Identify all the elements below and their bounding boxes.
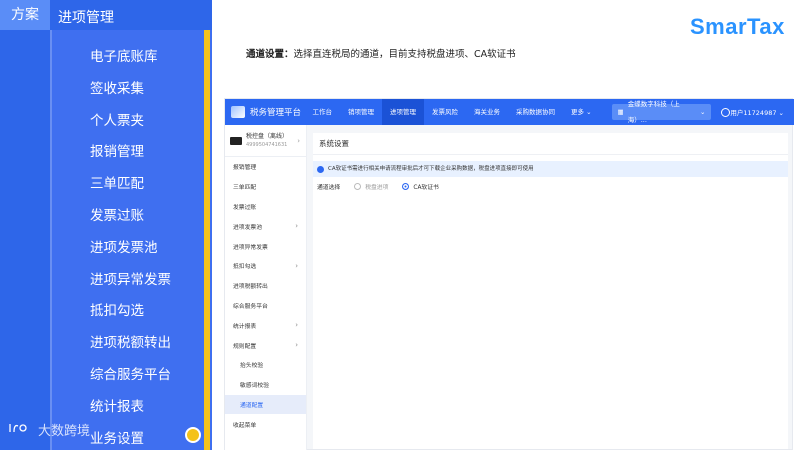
user-menu[interactable]: 用户11724987 ⌄ <box>730 107 794 117</box>
slide: 方案 进项管理 电子底账库 签收采集 个人票夹 报销管理 三单匹配 发票过账 进… <box>0 0 800 450</box>
scroll-badge-icon[interactable] <box>185 427 201 443</box>
radio-checked-icon <box>402 182 410 190</box>
watermark-text: 大数跨境 <box>38 424 91 439</box>
sidebar-subitem[interactable]: 通道配置 <box>225 394 306 415</box>
notice-banner: CA软证书需进行相关申请流程审批后才可下载企业采购数据，税盘进项直接即可使用 <box>313 161 788 177</box>
sidebar-item[interactable]: 抵扣勾选 › <box>225 256 306 276</box>
account-code: 4999504741631 <box>246 141 288 148</box>
chevron-right-icon: › <box>295 321 298 330</box>
sidebar-item-label: 报销管理 <box>233 165 257 172</box>
sidebar-item[interactable]: 进项税额转出 <box>225 276 306 296</box>
caption-label: 通道设置： <box>246 49 294 60</box>
app-content: 系统设置 CA软证书需进行相关申请流程审批后才可下载企业采购数据，税盘进项直接即… <box>313 133 788 449</box>
menu-item[interactable]: 发票过账 <box>52 201 202 233</box>
nav-output[interactable]: 销项管理 <box>340 99 382 125</box>
sidebar-subitem[interactable]: 抬头校验 <box>225 355 306 375</box>
nav-input[interactable]: 进项管理 <box>382 99 425 125</box>
watermark: 大数跨境 <box>8 420 90 439</box>
sidebar-item[interactable]: 发票过账 <box>225 197 306 217</box>
menu-item[interactable]: 个人票夹 <box>52 106 202 138</box>
sidebar-item-label: 抵扣勾选 <box>233 264 257 271</box>
sidebar-item-label: 进项发票池 <box>233 224 262 231</box>
radio-icon <box>354 182 362 190</box>
nav-workbench[interactable]: 工作台 <box>305 99 341 125</box>
sidebar-item[interactable]: 三单匹配 <box>225 177 306 197</box>
app-topbar: 税务管理平台 工作台 销项管理 进项管理 发票风险 海关业务 采购数据协同 更多… <box>225 99 794 125</box>
menu-item[interactable]: 抵扣勾选 <box>52 296 202 328</box>
brand-logo: SmarTax <box>690 14 785 39</box>
app-logo[interactable]: 税务管理平台 <box>225 106 305 118</box>
caption: 通道设置：选择直连税局的通道，目前支持税盘进项、CA软证书 <box>246 46 516 60</box>
sidebar-item-label: 规则配置 <box>233 343 257 350</box>
chevron-right-icon: › <box>297 136 300 145</box>
sidebar-item[interactable]: 规则配置 › <box>225 335 306 355</box>
sidebar-item-label: 抬头校验 <box>240 363 264 370</box>
radio-ca-cert[interactable]: CA软证书 <box>402 182 439 191</box>
nav-risk[interactable]: 发票风险 <box>424 99 466 125</box>
radio-label: CA软证书 <box>413 184 439 191</box>
sidebar-item-label: 综合服务平台 <box>233 303 268 310</box>
menu-item[interactable]: 电子底账库 <box>52 42 202 74</box>
sidebar-item-label: 进项异常发票 <box>233 244 268 251</box>
menu-item[interactable]: 三单匹配 <box>52 169 202 201</box>
company-name: 金蝶数字科技（上海）... <box>627 100 680 124</box>
nav-procurement[interactable]: 采购数据协同 <box>508 99 563 125</box>
left-yellow-bar <box>204 30 210 450</box>
menu-item[interactable]: 统计报表 <box>52 392 202 424</box>
account-selector[interactable]: 税控盘（离线） 4999504741631 › <box>225 125 306 157</box>
account-info: 税控盘（离线） 4999504741631 <box>246 133 288 149</box>
watermark-logo-icon <box>8 422 32 438</box>
channel-select-row: 通道选择 税盘进项 CA软证书 <box>313 177 788 195</box>
sidebar-item[interactable]: 统计报表 › <box>225 315 306 335</box>
sidebar-item-label: 收起菜单 <box>233 422 257 429</box>
menu-item[interactable]: 报销管理 <box>52 137 202 169</box>
tax-device-icon <box>230 136 242 145</box>
left-panel: 方案 进项管理 电子底账库 签收采集 个人票夹 报销管理 三单匹配 发票过账 进… <box>0 0 212 450</box>
menu-item[interactable]: 综合服务平台 <box>52 360 202 392</box>
nav-customs[interactable]: 海关业务 <box>466 99 508 125</box>
sidebar-subitem[interactable]: 敏感词校验 <box>225 375 306 395</box>
notice-text: CA软证书需进行相关申请流程审批后才可下载企业采购数据，税盘进项直接即可使用 <box>328 166 534 172</box>
info-icon <box>317 165 324 173</box>
menu-item[interactable]: 进项发票池 <box>52 233 202 265</box>
sidebar-item[interactable]: 进项发票池 › <box>225 216 306 236</box>
sidebar-item[interactable]: 综合服务平台 <box>225 296 306 316</box>
sidebar-item-label: 统计报表 <box>233 323 257 330</box>
menu-item[interactable]: 签收采集 <box>52 74 202 106</box>
radio-label: 税盘进项 <box>365 184 389 191</box>
building-icon: ▦ <box>617 108 624 116</box>
radio-tax-disk[interactable]: 税盘进项 <box>354 182 388 191</box>
content-title: 系统设置 <box>313 133 788 155</box>
account-name: 税控盘（离线） <box>246 132 289 140</box>
help-icon[interactable] <box>721 107 731 117</box>
nav-more[interactable]: 更多 ⌄ <box>563 99 600 125</box>
top-icons <box>721 107 731 117</box>
sidebar-menu: 报销管理三单匹配发票过账进项发票池 › 进项异常发票 抵扣勾选 › 进项税额转出 综合服务平… <box>225 157 306 434</box>
chevron-right-icon: › <box>295 222 298 231</box>
chevron-down-icon: ⌄ <box>699 108 706 116</box>
tab-solution[interactable]: 方案 <box>0 0 50 30</box>
sidebar-item-label: 进项税额转出 <box>233 284 268 291</box>
sidebar-item[interactable]: 收起菜单 <box>225 414 306 434</box>
company-selector[interactable]: ▦ 金蝶数字科技（上海）... ⌄ <box>611 100 712 124</box>
channel-label: 通道选择 <box>317 184 341 191</box>
menu-item[interactable]: 进项税额转出 <box>52 328 202 360</box>
app-logo-icon <box>231 106 245 118</box>
caption-text: 选择直连税局的通道，目前支持税盘进项、CA软证书 <box>293 49 516 60</box>
chevron-right-icon: › <box>295 261 298 270</box>
app-screenshot: 税务管理平台 工作台 销项管理 进项管理 发票风险 海关业务 采购数据协同 更多… <box>224 98 794 450</box>
app-title: 税务管理平台 <box>250 108 302 118</box>
left-accent-bar <box>0 30 50 450</box>
chevron-right-icon: › <box>295 341 298 350</box>
sidebar-item[interactable]: 进项异常发票 <box>225 236 306 256</box>
app-sidebar: 税控盘（离线） 4999504741631 › 报销管理三单匹配发票过账进项发票… <box>225 125 307 450</box>
sidebar-item-label: 通道配置 <box>240 402 264 409</box>
menu-item[interactable]: 进项异常发票 <box>52 265 202 297</box>
left-menu: 电子底账库 签收采集 个人票夹 报销管理 三单匹配 发票过账 进项发票池 进项异… <box>52 42 202 450</box>
tab-input-management[interactable]: 进项管理 <box>52 0 212 30</box>
sidebar-item-label: 敏感词校验 <box>240 383 269 390</box>
sidebar-item-label: 发票过账 <box>233 204 257 211</box>
sidebar-item-label: 三单匹配 <box>233 185 257 192</box>
sidebar-item[interactable]: 报销管理 <box>225 157 306 177</box>
